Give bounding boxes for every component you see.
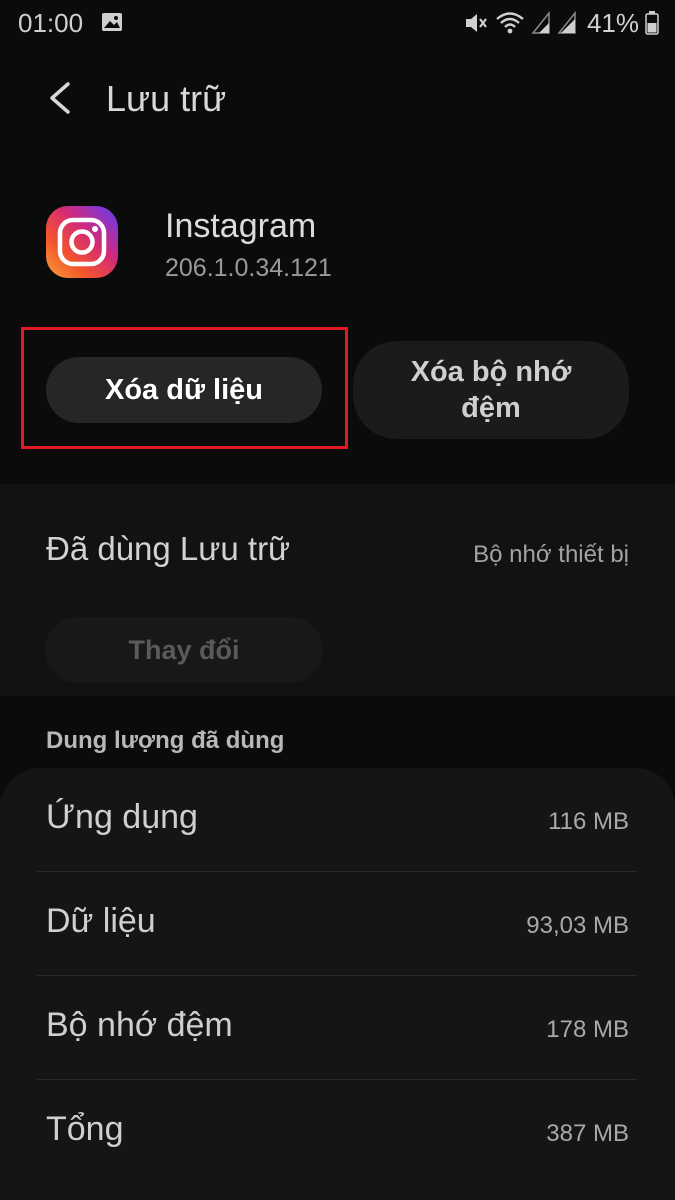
status-icons: 41% — [463, 8, 659, 38]
highlight-box — [21, 327, 348, 449]
usage-row-data: Dữ liệu 93,03 MB — [37, 872, 637, 976]
clear-cache-button[interactable]: Xóa bộ nhớ đệm — [353, 341, 629, 439]
usage-value: 387 MB — [546, 1120, 629, 1147]
status-bar: 01:00 41% — [0, 0, 675, 46]
chevron-left-icon — [50, 82, 70, 114]
usage-row-app: Ứng dụng 116 MB — [37, 768, 637, 872]
app-name: Instagram — [165, 207, 317, 245]
usage-row-cache: Bộ nhớ đệm 178 MB — [37, 976, 637, 1080]
storage-settings-screen: 01:00 41% Lưu trữ Instagram 206.1.0.34.1… — [0, 0, 675, 1200]
signal-icon — [531, 11, 551, 35]
storage-location: Bộ nhớ thiết bị — [473, 541, 629, 568]
mute-icon — [463, 10, 489, 36]
page-title: Lưu trữ — [106, 78, 227, 119]
usage-heading: Dung lượng đã dùng — [46, 727, 285, 754]
status-time: 01:00 — [18, 8, 84, 38]
app-version: 206.1.0.34.121 — [165, 254, 332, 282]
signal-icon — [557, 11, 577, 35]
storage-used-label: Đã dùng Lưu trữ — [46, 530, 291, 567]
instagram-icon — [46, 206, 118, 278]
usage-label: Bộ nhớ đệm — [46, 1006, 233, 1044]
usage-value: 178 MB — [546, 1016, 629, 1043]
image-icon — [101, 12, 123, 32]
usage-row-total: Tổng 387 MB — [37, 1080, 637, 1184]
usage-card: Ứng dụng 116 MB Dữ liệu 93,03 MB Bộ nhớ … — [0, 768, 675, 1200]
usage-label: Dữ liệu — [46, 902, 156, 940]
battery-icon — [645, 11, 659, 35]
battery-percent: 41% — [586, 7, 639, 38]
wifi-icon — [495, 10, 525, 36]
back-button[interactable] — [40, 76, 80, 120]
change-storage-button[interactable]: Thay đổi — [45, 617, 323, 683]
usage-value: 116 MB — [548, 808, 629, 835]
usage-label: Ứng dụng — [46, 798, 198, 836]
usage-value: 93,03 MB — [526, 912, 629, 939]
usage-label: Tổng — [46, 1110, 124, 1148]
